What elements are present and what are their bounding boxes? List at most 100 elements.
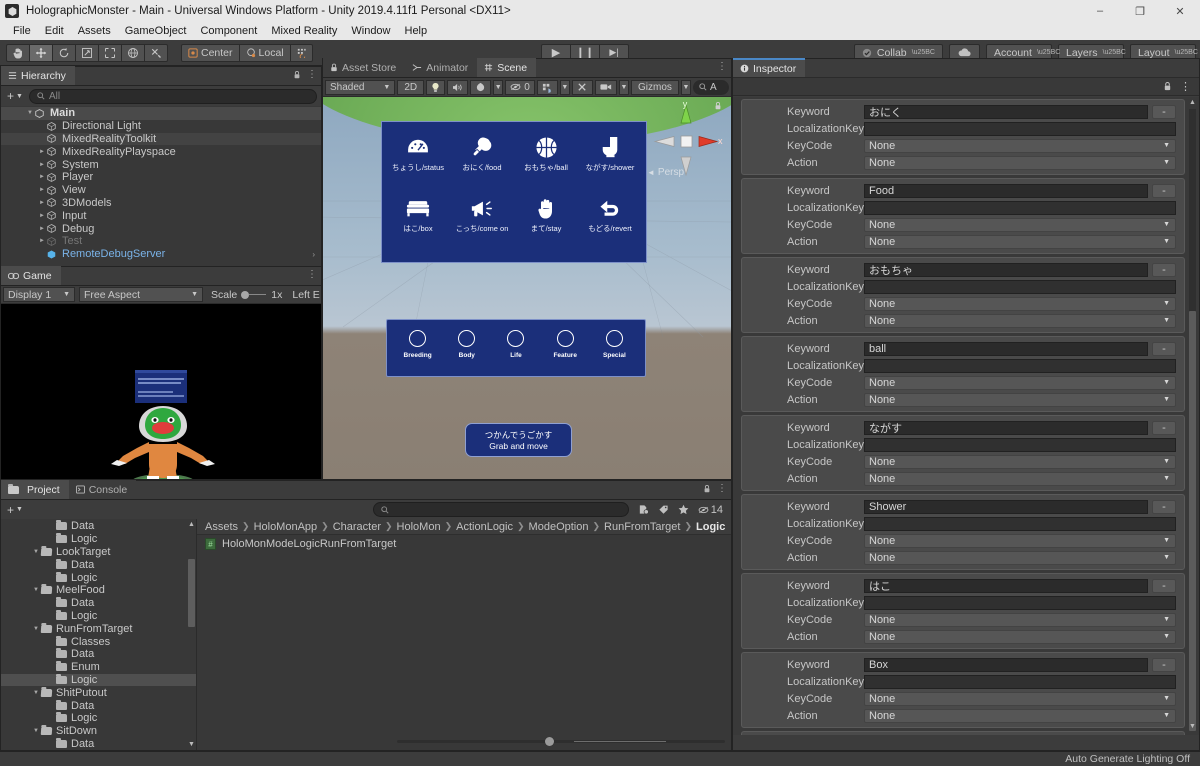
localization-key-input[interactable] (864, 121, 1176, 136)
scale-tool-icon[interactable] (75, 43, 99, 62)
project-tree-item[interactable]: Classes (1, 635, 196, 648)
action-dropdown[interactable]: None ▼ (864, 155, 1176, 170)
scale-slider[interactable] (241, 290, 267, 299)
action-dropdown[interactable]: None ▼ (864, 550, 1176, 565)
inspector-menu-icon[interactable]: ⋮ (1180, 81, 1191, 92)
menu-file[interactable]: File (6, 22, 38, 40)
keyword-input[interactable]: Shower (864, 499, 1148, 514)
mr-button-comeon[interactable]: こっち/come on (450, 195, 514, 256)
project-tree-item[interactable]: Logic (1, 673, 196, 687)
game-menu-icon[interactable]: ⋮ (307, 270, 317, 280)
project-tree-item[interactable]: Data (1, 648, 196, 661)
menu-assets[interactable]: Assets (71, 22, 118, 40)
keycode-dropdown[interactable]: None ▼ (864, 375, 1176, 390)
tab-animator[interactable]: Animator (405, 58, 478, 77)
filter-label-icon[interactable] (658, 504, 669, 515)
toggle-2d-button[interactable]: 2D (397, 79, 425, 95)
chevron-right-icon[interactable]: ► (37, 187, 47, 193)
keyword-input[interactable]: Food (864, 183, 1148, 198)
project-tree-item[interactable]: Data (1, 520, 196, 533)
tab-console[interactable]: Console (68, 480, 137, 499)
keycode-dropdown[interactable]: None ▼ (864, 138, 1176, 153)
project-tree-item[interactable]: ▼ MeelFood (1, 584, 196, 597)
maximize-icon[interactable]: ❐ (1120, 0, 1160, 22)
hierarchy-item-test[interactable]: ► Test (1, 235, 321, 248)
keyword-input[interactable]: はこ (864, 578, 1148, 593)
project-tree-scrollbar[interactable]: ▲ ▼ (187, 521, 195, 748)
tab-asset-store[interactable]: Asset Store (323, 58, 406, 77)
rotate-tool-icon[interactable] (52, 43, 76, 62)
mr-tab-life[interactable]: Life (491, 330, 540, 370)
breadcrumb-segment[interactable]: HoloMonApp (254, 521, 318, 533)
breadcrumb-segment[interactable]: Assets (205, 521, 238, 533)
project-tree-item[interactable]: ▼ ShitPutout (1, 686, 196, 699)
menu-gameobject[interactable]: GameObject (118, 22, 194, 40)
keyword-input[interactable]: Box (864, 657, 1148, 672)
chevron-down-icon[interactable]: ▼ (31, 587, 41, 593)
scene-fx-toggle[interactable] (470, 79, 492, 95)
hierarchy-item-3dmodels[interactable]: ► 3DModels (1, 197, 321, 210)
project-tree-item[interactable]: ▼ SitDown (1, 725, 196, 738)
filter-type-icon[interactable] (638, 504, 649, 515)
hierarchy-menu-icon[interactable]: ⋮ (307, 70, 317, 80)
project-search-input[interactable] (372, 502, 629, 517)
visibility-badge[interactable]: 14 (698, 504, 723, 516)
hierarchy-item-mixedrealityplayspace[interactable]: ► MixedRealityPlayspace (1, 145, 321, 158)
scene-camera-dropdown[interactable]: ▼ (618, 79, 629, 95)
menu-window[interactable]: Window (344, 22, 397, 40)
aspect-dropdown[interactable]: Free Aspect ▼ (79, 287, 203, 302)
project-tree-item[interactable]: ▼ LookTarget (1, 546, 196, 559)
gizmos-dropdown[interactable]: ▼ (680, 79, 691, 95)
tab-project[interactable]: Project (1, 480, 69, 499)
chevron-right-icon[interactable]: ► (37, 238, 47, 244)
hand-tool-icon[interactable] (6, 43, 30, 62)
scene-hidden-objects-toggle[interactable]: 0 (505, 79, 535, 95)
mr-tab-special[interactable]: Special (590, 330, 639, 370)
menu-component[interactable]: Component (193, 22, 264, 40)
close-icon[interactable]: ✕ (1160, 0, 1200, 22)
tab-scene[interactable]: Scene (477, 58, 537, 77)
mr-button-shower[interactable]: ながす/shower (578, 134, 642, 195)
lock-icon[interactable] (293, 70, 301, 80)
project-tree-item[interactable]: Logic (1, 571, 196, 584)
project-menu-icon[interactable]: ⋮ (717, 484, 727, 494)
remove-entry-button[interactable]: - (1152, 183, 1176, 198)
chevron-down-icon[interactable]: ▼ (31, 549, 41, 555)
transform-tool-icon[interactable] (121, 43, 145, 62)
grid-snap-icon[interactable] (289, 43, 313, 62)
localization-key-input[interactable] (864, 200, 1176, 215)
breadcrumb-segment[interactable]: ActionLogic (456, 521, 513, 533)
custom-tool-icon[interactable] (144, 43, 168, 62)
action-dropdown[interactable]: None ▼ (864, 708, 1176, 723)
action-dropdown[interactable]: None ▼ (864, 234, 1176, 249)
lock-icon[interactable] (1163, 81, 1172, 92)
scene-search-input[interactable]: A (692, 79, 729, 95)
hierarchy-item-directional-light[interactable]: Directional Light (1, 120, 321, 133)
breadcrumb-segment[interactable]: HoloMon (397, 521, 441, 533)
menu-mixed-reality[interactable]: Mixed Reality (264, 22, 344, 40)
localization-key-input[interactable] (864, 437, 1176, 452)
project-horizontal-scrollbar[interactable] (397, 736, 725, 746)
mr-tabs-panel[interactable]: Breeding Body Life Feature Special (386, 319, 646, 377)
minimize-icon[interactable]: – (1080, 0, 1120, 22)
scene-menu-icon[interactable]: ⋮ (717, 62, 727, 72)
mr-button-ball[interactable]: おもちゃ/ball (514, 134, 578, 195)
hierarchy-item-player[interactable]: ► Player (1, 171, 321, 184)
rect-tool-icon[interactable] (98, 43, 122, 62)
scene-camera-settings[interactable] (594, 79, 617, 95)
scene-grid-dropdown[interactable]: ▼ (559, 79, 570, 95)
keycode-dropdown[interactable]: None ▼ (864, 296, 1176, 311)
remove-entry-button[interactable]: - (1152, 420, 1176, 435)
remove-entry-button[interactable]: - (1152, 657, 1176, 672)
chevron-right-icon[interactable]: ► (37, 149, 47, 155)
project-tree-item[interactable]: Data (1, 737, 196, 750)
hierarchy-item-input[interactable]: ► Input (1, 209, 321, 222)
mr-button-box[interactable]: はこ/box (386, 195, 450, 256)
chevron-right-icon[interactable]: ► (37, 213, 47, 219)
chevron-right-icon[interactable]: ► (37, 162, 47, 168)
menu-help[interactable]: Help (398, 22, 435, 40)
action-dropdown[interactable]: None ▼ (864, 392, 1176, 407)
mr-button-revert[interactable]: もどる/revert (578, 195, 642, 256)
gizmos-button[interactable]: Gizmos (630, 79, 679, 95)
project-tree-item[interactable]: Logic (1, 609, 196, 623)
